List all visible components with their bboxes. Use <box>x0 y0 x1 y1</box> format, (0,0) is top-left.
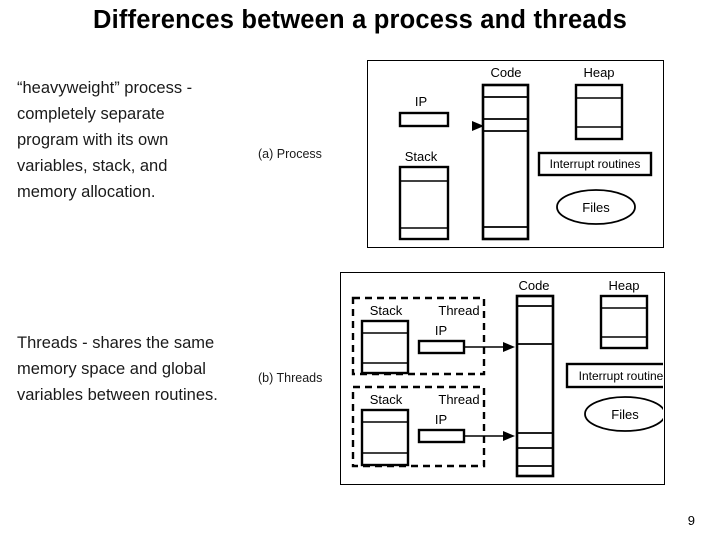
threads-description-line-1: Threads - shares the same <box>17 334 215 352</box>
thread-1-stack-label: Stack <box>370 303 403 318</box>
thread-1-ip-box <box>417 339 466 355</box>
threads-heap-label: Heap <box>608 278 639 293</box>
thread-1-title-label: Thread <box>438 303 479 318</box>
threads-description-paragraph: Threads - shares the same memory space a… <box>17 330 253 408</box>
threads-heap-box <box>599 294 649 350</box>
process-description-line-5: memory allocation. <box>17 183 156 201</box>
process-ip-label: IP <box>415 94 427 109</box>
threads-diagram-svg: Stack Thread IP Stack Thread IP Code Hea… <box>351 278 663 478</box>
thread-1-stack-box <box>360 319 410 375</box>
thread-2-arrow-head <box>503 431 515 441</box>
thread-1-arrow-head <box>503 342 515 352</box>
process-files-label: Files <box>582 200 610 215</box>
threads-description-line-2: memory space and global <box>17 360 206 378</box>
process-diagram: IP Stack Code Heap Interrupt routines Fi… <box>367 60 664 248</box>
threads-description-line-3: variables between routines. <box>17 386 218 404</box>
process-code-label: Code <box>490 65 521 80</box>
thread-2-stack-label: Stack <box>370 392 403 407</box>
process-description-paragraph: “heavyweight” process - completely separ… <box>17 75 253 205</box>
threads-diagram: Stack Thread IP Stack Thread IP Code Hea… <box>340 272 665 485</box>
threads-files-label: Files <box>611 407 639 422</box>
threads-interrupt-routines-label: Interrupt routines <box>579 369 663 383</box>
thread-2-stack-box <box>360 408 410 467</box>
figure-caption-a: (a) Process <box>258 147 322 161</box>
thread-block-2: Stack Thread IP <box>351 385 515 468</box>
process-description-line-3: program with its own <box>17 131 169 149</box>
thread-2-ip-label: IP <box>435 412 447 427</box>
page-number: 9 <box>687 513 695 528</box>
process-heap-label: Heap <box>583 65 614 80</box>
process-ip-box <box>398 111 450 128</box>
process-stack-label: Stack <box>405 149 438 164</box>
process-code-box <box>481 83 530 241</box>
threads-code-box <box>515 294 555 478</box>
thread-2-title-label: Thread <box>438 392 479 407</box>
process-interrupt-routines-label: Interrupt routines <box>550 157 641 171</box>
thread-2-ip-box <box>417 428 466 444</box>
process-description-line-1: “heavyweight” process - <box>17 79 193 97</box>
thread-1-ip-label: IP <box>435 323 447 338</box>
page-title: Differences between a process and thread… <box>93 6 627 34</box>
thread-block-1: Stack Thread IP <box>351 296 515 376</box>
process-diagram-svg: IP Stack Code Heap Interrupt routines Fi… <box>398 65 653 241</box>
process-heap-box <box>574 83 624 141</box>
threads-code-label: Code <box>518 278 549 293</box>
figure-caption-b: (b) Threads <box>258 371 323 385</box>
process-description-line-2: completely separate <box>17 105 165 123</box>
process-description-line-4: variables, stack, and <box>17 157 168 175</box>
